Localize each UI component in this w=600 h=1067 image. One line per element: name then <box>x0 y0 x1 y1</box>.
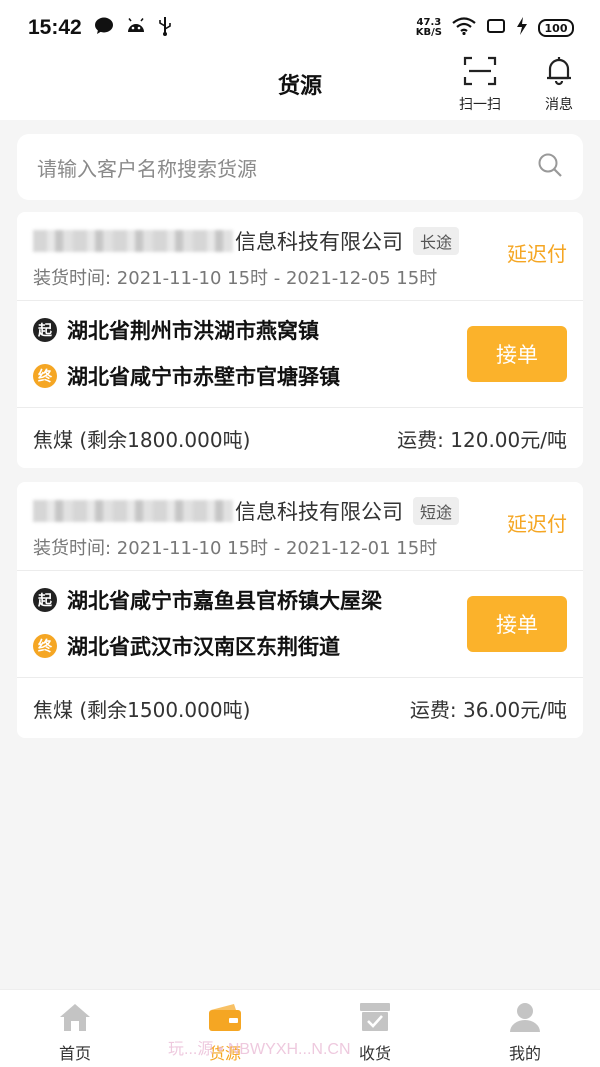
route: 起 湖北省荆州市洪湖市燕窝镇 终 湖北省咸宁市赤壁市官塘驿镇 接单 <box>17 301 583 407</box>
tab-profile-label: 我的 <box>508 1044 541 1063</box>
load-time: 装货时间: 2021-11-10 15时 - 2021-12-01 15时 <box>33 538 438 559</box>
start-address: 湖北省荆州市洪湖市燕窝镇 <box>67 319 319 343</box>
blurred-company-prefix <box>33 500 233 522</box>
start-badge: 起 <box>33 588 57 612</box>
company-name: 信息科技有限公司 长途 <box>33 226 460 256</box>
status-time: 15:42 <box>28 16 82 39</box>
payment-type: 延迟付 <box>507 512 567 536</box>
net-speed-unit: KB/S <box>415 27 442 38</box>
nav-bar: 货源 扫一扫 消息 <box>0 56 600 120</box>
route-start: 起 湖北省荆州市洪湖市燕窝镇 <box>33 315 319 345</box>
status-bar: 15:42 47.3 KB/S 100 <box>0 0 600 56</box>
freight-price: 运费: 36.00元/吨 <box>409 697 567 722</box>
end-badge: 终 <box>33 634 57 658</box>
tab-profile[interactable]: 我的 <box>450 990 600 1067</box>
payment-type: 延迟付 <box>507 242 567 266</box>
search-icon[interactable] <box>537 152 563 182</box>
tab-home-label: 首页 <box>58 1044 91 1063</box>
bell-icon <box>544 56 574 90</box>
message-button[interactable]: 消息 <box>544 56 574 114</box>
battery-icon: 100 <box>538 19 574 37</box>
distance-tag: 长途 <box>413 227 460 255</box>
end-address: 湖北省武汉市汉南区东荆街道 <box>67 635 340 659</box>
route-start: 起 湖北省咸宁市嘉鱼县官桥镇大屋梁 <box>33 585 382 615</box>
charging-icon <box>516 17 528 39</box>
receive-icon <box>358 1002 392 1036</box>
chat-bubble-icon <box>94 17 114 39</box>
end-badge: 终 <box>33 364 57 388</box>
android-icon <box>126 18 146 38</box>
watermark: 玩...源 • NBWYXH...N.CN <box>168 1041 351 1058</box>
wifi-icon <box>452 17 476 39</box>
screen-rotate-icon <box>486 18 506 38</box>
cargo-info: 焦煤 (剩余1800.000吨) <box>33 427 251 452</box>
order-card: 信息科技有限公司 短途 延迟付 装货时间: 2021-11-10 15时 - 2… <box>17 482 583 738</box>
start-badge: 起 <box>33 318 57 342</box>
start-address: 湖北省咸宁市嘉鱼县官桥镇大屋梁 <box>67 589 382 613</box>
status-right: 47.3 KB/S 100 <box>416 17 574 39</box>
blurred-company-prefix <box>33 230 233 252</box>
profile-icon <box>508 1002 542 1036</box>
scan-button[interactable]: 扫一扫 <box>459 56 501 114</box>
route-end: 终 湖北省咸宁市赤壁市官塘驿镇 <box>33 361 340 391</box>
scan-icon <box>463 56 497 90</box>
tab-receive-label: 收货 <box>358 1044 391 1063</box>
order-footer: 焦煤 (剩余1800.000吨) 运费: 120.00元/吨 <box>17 408 583 468</box>
accept-order-button[interactable]: 接单 <box>467 326 567 382</box>
end-address: 湖北省咸宁市赤壁市官塘驿镇 <box>67 365 340 389</box>
company-suffix: 信息科技有限公司 <box>235 500 403 524</box>
search-placeholder: 请输入客户名称搜索货源 <box>37 156 257 181</box>
freight-price: 运费: 120.00元/吨 <box>397 427 567 452</box>
order-header: 信息科技有限公司 短途 延迟付 装货时间: 2021-11-10 15时 - 2… <box>17 482 583 570</box>
message-label: 消息 <box>545 97 573 113</box>
network-speed: 47.3 KB/S <box>416 18 442 38</box>
company-suffix: 信息科技有限公司 <box>235 230 403 254</box>
cargo-info: 焦煤 (剩余1500.000吨) <box>33 697 251 722</box>
accept-order-button[interactable]: 接单 <box>467 596 567 652</box>
order-card: 信息科技有限公司 长途 延迟付 装货时间: 2021-11-10 15时 - 2… <box>17 212 583 468</box>
distance-tag: 短途 <box>413 497 460 525</box>
order-header: 信息科技有限公司 长途 延迟付 装货时间: 2021-11-10 15时 - 2… <box>17 212 583 300</box>
usb-icon <box>158 16 172 40</box>
order-footer: 焦煤 (剩余1500.000吨) 运费: 36.00元/吨 <box>17 678 583 738</box>
search-input[interactable]: 请输入客户名称搜索货源 <box>17 134 583 200</box>
route-end: 终 湖北省武汉市汉南区东荆街道 <box>33 631 340 661</box>
scan-label: 扫一扫 <box>459 97 501 113</box>
load-time: 装货时间: 2021-11-10 15时 - 2021-12-05 15时 <box>33 268 438 289</box>
route: 起 湖北省咸宁市嘉鱼县官桥镇大屋梁 终 湖北省武汉市汉南区东荆街道 接单 <box>17 571 583 677</box>
tab-home[interactable]: 首页 <box>0 990 150 1067</box>
page-title: 货源 <box>277 74 322 99</box>
company-name: 信息科技有限公司 短途 <box>33 496 460 526</box>
home-icon <box>58 1002 92 1036</box>
status-left: 15:42 <box>28 16 172 40</box>
cargo-icon <box>208 1002 242 1036</box>
